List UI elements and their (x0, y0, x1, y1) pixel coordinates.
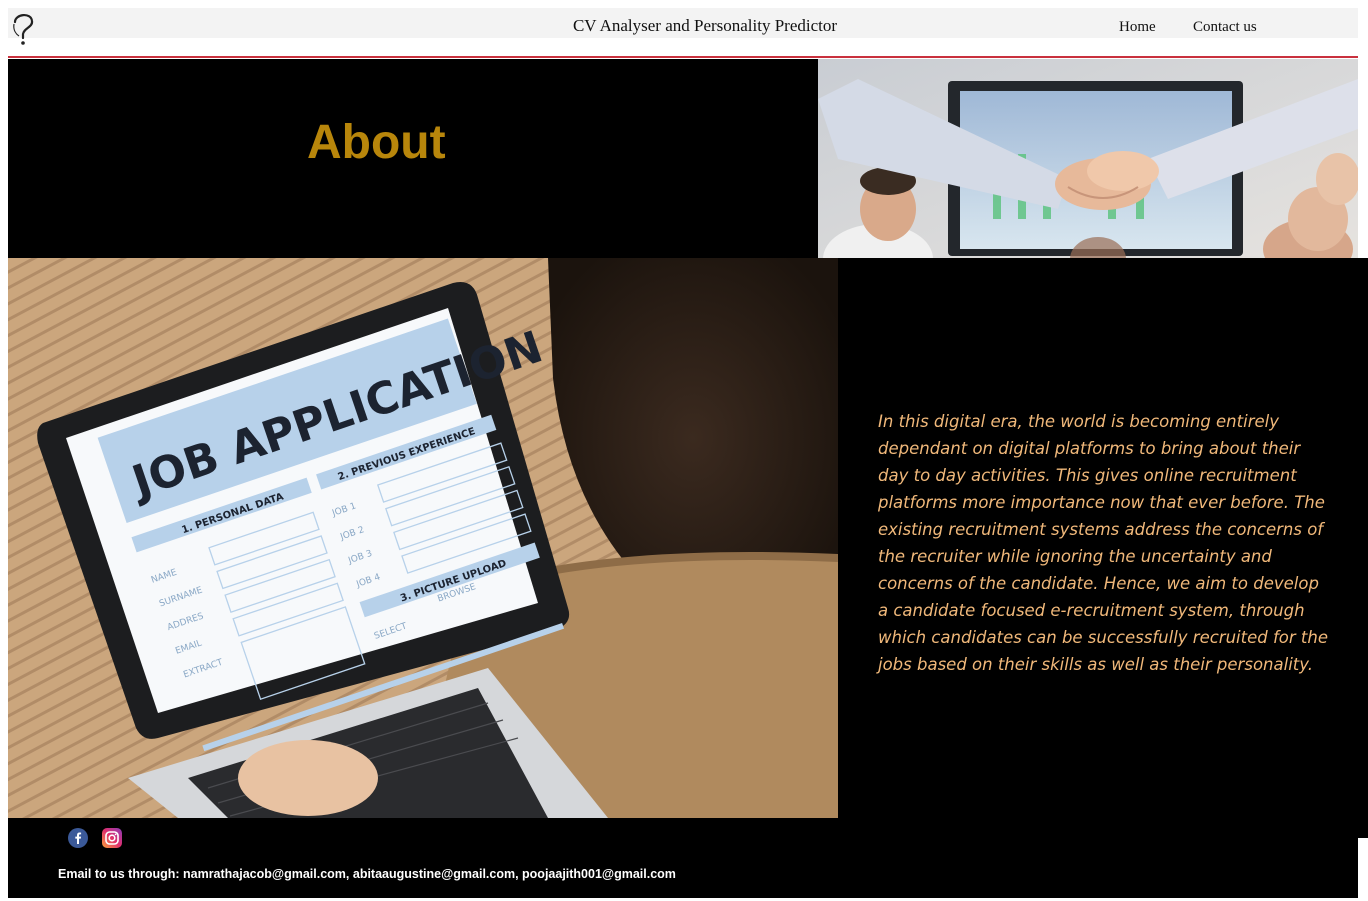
footer: Email to us through: namrathajacob@gmail… (8, 818, 1358, 898)
handshake-photo (818, 59, 1358, 261)
about-banner: About (8, 59, 818, 258)
instagram-icon[interactable] (102, 828, 122, 848)
facebook-icon[interactable] (68, 828, 88, 848)
footer-email-text: Email to us through: namrathajacob@gmail… (58, 867, 676, 881)
about-description-text: In this digital era, the world is becomi… (878, 412, 1328, 674)
nav-contact-link[interactable]: Contact us (1193, 19, 1257, 36)
header-divider (8, 56, 1358, 58)
about-heading: About (307, 116, 446, 169)
nav-home-link[interactable]: Home (1119, 19, 1156, 36)
about-description-panel: In this digital era, the world is becomi… (838, 258, 1368, 838)
job-application-laptop-photo: JOB APPLICATION 1. PERSONAL DATA 2. PREV… (8, 258, 838, 818)
site-title: CV Analyser and Personality Predictor (572, 16, 838, 35)
